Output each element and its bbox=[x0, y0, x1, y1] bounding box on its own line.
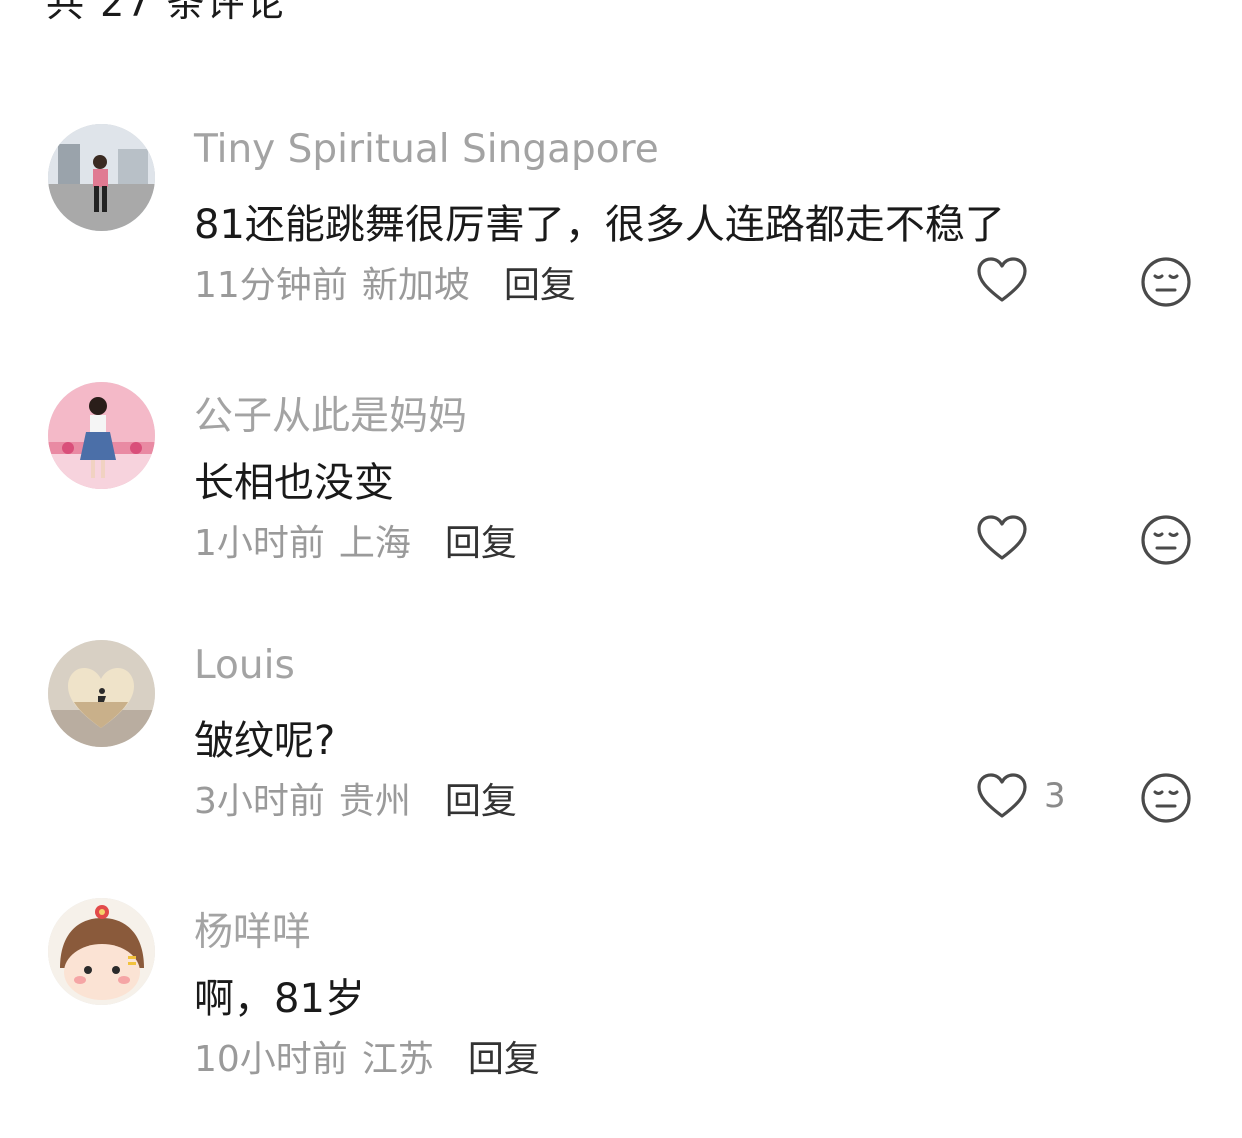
heart-frame-landscape-photo-icon bbox=[48, 640, 155, 747]
comment-text: 皱纹呢? bbox=[194, 718, 336, 764]
dislike-button[interactable] bbox=[1140, 514, 1192, 566]
comment-username[interactable]: 公子从此是妈妈 bbox=[194, 385, 467, 441]
cartoon-girl-avatar-icon bbox=[48, 898, 155, 1005]
comment-item: 公子从此是妈妈 长相也没变 1小时前 上海 回复 bbox=[0, 382, 1242, 622]
avatar[interactable] bbox=[48, 382, 155, 489]
comment-username[interactable]: Tiny Spiritual Singapore bbox=[194, 127, 659, 172]
avatar[interactable] bbox=[48, 640, 155, 747]
comment-meta: 3小时前 贵州 回复 bbox=[194, 772, 517, 824]
dislike-button[interactable] bbox=[1140, 256, 1192, 308]
reply-button[interactable]: 回复 bbox=[445, 514, 517, 566]
heart-icon bbox=[977, 257, 1027, 302]
like-button[interactable] bbox=[976, 256, 1044, 304]
comment-meta: 1小时前 上海 回复 bbox=[194, 514, 517, 566]
comment-text: 81还能跳舞很厉害了，很多人连路都走不稳了 bbox=[194, 202, 1005, 248]
reply-button[interactable]: 回复 bbox=[504, 256, 576, 308]
comment-location: 江苏 bbox=[361, 1039, 434, 1080]
reply-button[interactable]: 回复 bbox=[445, 772, 517, 824]
comment-username[interactable]: 杨咩咩 bbox=[194, 901, 311, 957]
comment-text: 长相也没变 bbox=[194, 460, 394, 506]
comment-time: 3小时前 bbox=[194, 781, 325, 822]
comment-time: 10小时前 bbox=[194, 1039, 348, 1080]
reply-button[interactable]: 回复 bbox=[468, 1030, 540, 1082]
avatar[interactable] bbox=[48, 898, 155, 1005]
comment-meta: 11分钟前 新加坡 回复 bbox=[194, 256, 576, 308]
comment-username[interactable]: Louis bbox=[194, 643, 295, 688]
neutral-face-icon bbox=[1141, 515, 1191, 565]
comment-item: Louis 皱纹呢? 3小时前 贵州 回复 3 bbox=[0, 640, 1242, 880]
comment-item: Tiny Spiritual Singapore 81还能跳舞很厉害了，很多人连… bbox=[0, 124, 1242, 364]
like-button[interactable] bbox=[976, 514, 1044, 562]
girl-pink-wall-photo-icon bbox=[48, 382, 155, 489]
avatar[interactable] bbox=[48, 124, 155, 231]
comment-time: 11分钟前 bbox=[194, 265, 348, 306]
heart-icon bbox=[977, 515, 1027, 560]
comments-count-header: 共 27 条评论 bbox=[46, 0, 287, 25]
heart-icon bbox=[977, 773, 1027, 818]
like-button[interactable]: 3 bbox=[976, 772, 1066, 820]
comment-location: 上海 bbox=[338, 523, 411, 564]
comment-location: 贵州 bbox=[338, 781, 411, 822]
comment-location: 新加坡 bbox=[361, 265, 470, 306]
like-count: 3 bbox=[1044, 776, 1066, 816]
comment-item: 杨咩咩 啊，81岁 10小时前 江苏 回复 bbox=[0, 898, 1242, 1138]
neutral-face-icon bbox=[1141, 257, 1191, 307]
neutral-face-icon bbox=[1141, 773, 1191, 823]
comment-meta: 10小时前 江苏 回复 bbox=[194, 1030, 540, 1082]
dislike-button[interactable] bbox=[1140, 772, 1192, 824]
woman-at-merlion-photo-icon bbox=[48, 124, 155, 231]
comment-time: 1小时前 bbox=[194, 523, 325, 564]
comment-text: 啊，81岁 bbox=[194, 976, 365, 1022]
